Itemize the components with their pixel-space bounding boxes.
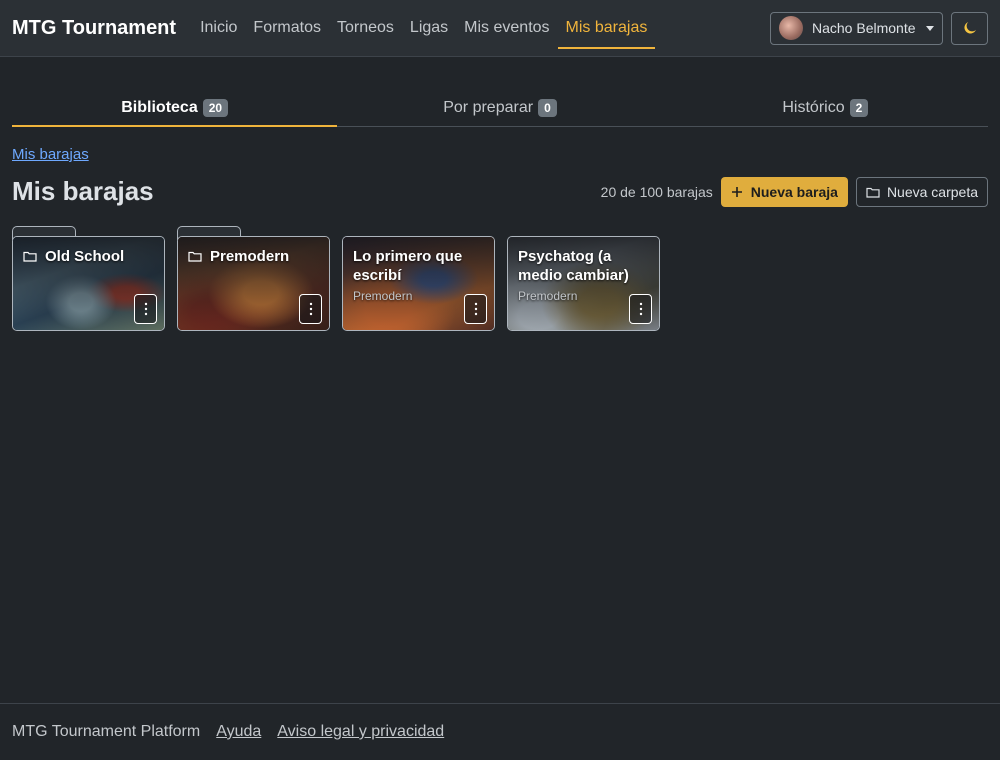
card-format: Premodern — [353, 289, 413, 303]
folder-icon — [866, 187, 880, 198]
new-folder-button[interactable]: Nueva carpeta — [855, 177, 988, 207]
card-body[interactable]: Psychatog (a medio cambiar) Premodern — [507, 236, 660, 331]
card-body[interactable]: Lo primero que escribí Premodern — [342, 236, 495, 331]
card-title-text: Old School — [45, 248, 125, 265]
card-title: Premodern — [188, 247, 321, 266]
plus-icon — [731, 187, 742, 197]
new-folder-label: Nueva carpeta — [886, 184, 978, 200]
tab-por-preparar[interactable]: Por preparar 0 — [337, 90, 662, 126]
nav-link-ligas[interactable]: Ligas — [402, 9, 456, 47]
card-title: Old School — [23, 247, 156, 266]
card-body[interactable]: Premodern — [177, 236, 330, 331]
card-menu-button[interactable] — [134, 294, 157, 324]
card-menu-button[interactable] — [464, 294, 487, 324]
moon-icon — [963, 22, 976, 34]
new-deck-label: Nueva baraja — [750, 184, 838, 200]
folder-card-premodern[interactable]: Premodern — [177, 226, 330, 331]
theme-toggle-button[interactable] — [951, 11, 988, 45]
new-deck-button[interactable]: Nueva baraja — [720, 177, 848, 207]
folder-icon — [23, 251, 37, 262]
kebab-menu-icon — [639, 302, 642, 316]
tab-count-badge: 2 — [849, 99, 869, 117]
deck-card-psychatog[interactable]: Psychatog (a medio cambiar) Premodern — [507, 226, 660, 331]
deck-grid: Old School Premodern Lo primero que escr… — [12, 226, 660, 331]
nav-links: Inicio Formatos Torneos Ligas Mis evento… — [192, 0, 656, 56]
footer-platform-name: MTG Tournament Platform — [12, 723, 201, 740]
card-menu-button[interactable] — [629, 294, 652, 324]
tab-label: Biblioteca — [121, 98, 198, 116]
nav-link-inicio[interactable]: Inicio — [192, 9, 245, 47]
user-name: Nacho Belmonte — [812, 20, 916, 36]
folder-card-old-school[interactable]: Old School — [12, 226, 165, 331]
tab-historico[interactable]: Histórico 2 — [663, 90, 988, 126]
card-title: Lo primero que escribí — [353, 247, 486, 285]
card-title: Psychatog (a medio cambiar) — [518, 247, 651, 285]
header-actions: 20 de 100 barajas Nueva baraja Nueva car… — [601, 177, 988, 207]
card-format: Premodern — [518, 289, 578, 303]
page-title: Mis barajas — [12, 176, 154, 206]
library-tabs: Biblioteca 20 Por preparar 0 Histórico 2 — [12, 90, 988, 127]
deck-card-lo-primero[interactable]: Lo primero que escribí Premodern — [342, 226, 495, 331]
nav-link-formatos[interactable]: Formatos — [245, 9, 329, 47]
footer: MTG Tournament Platform Ayuda Aviso lega… — [0, 703, 1000, 760]
folder-icon — [188, 251, 202, 262]
nav-link-mis-barajas[interactable]: Mis barajas — [557, 9, 656, 49]
deck-count-text: 20 de 100 barajas — [600, 184, 713, 200]
card-title-text: Premodern — [210, 248, 290, 265]
kebab-menu-icon — [144, 302, 147, 316]
brand-logo[interactable]: MTG Tournament — [12, 17, 176, 40]
footer-help-link[interactable]: Ayuda — [216, 723, 261, 741]
navbar: MTG Tournament Inicio Formatos Torneos L… — [0, 0, 1000, 57]
kebab-menu-icon — [309, 302, 312, 316]
caret-down-icon — [926, 25, 934, 31]
tab-count-badge: 20 — [202, 98, 229, 117]
nav-right: Nacho Belmonte — [770, 11, 988, 45]
footer-legal-link[interactable]: Aviso legal y privacidad — [277, 723, 444, 741]
tab-label: Por preparar — [443, 99, 534, 116]
nav-link-mis-eventos[interactable]: Mis eventos — [456, 9, 557, 47]
card-title-text: Psychatog (a medio cambiar) — [518, 248, 629, 284]
card-title-text: Lo primero que escribí — [353, 248, 463, 284]
tab-biblioteca[interactable]: Biblioteca 20 — [12, 90, 338, 127]
kebab-menu-icon — [474, 302, 477, 316]
breadcrumb[interactable]: Mis barajas — [12, 146, 89, 163]
user-menu-button[interactable]: Nacho Belmonte — [770, 11, 943, 45]
tab-count-badge: 0 — [538, 99, 557, 117]
card-body[interactable]: Old School — [12, 236, 165, 331]
nav-link-torneos[interactable]: Torneos — [329, 9, 402, 47]
tab-label: Histórico — [782, 99, 845, 116]
card-menu-button[interactable] — [299, 294, 322, 324]
avatar — [779, 16, 803, 40]
